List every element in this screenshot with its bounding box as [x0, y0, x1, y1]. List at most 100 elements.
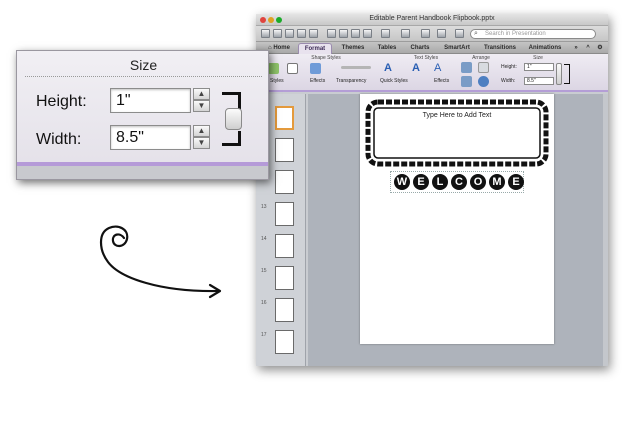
group-label-shape-styles: Shape Styles	[311, 55, 341, 61]
width-increase-icon[interactable]: ▲	[193, 125, 210, 137]
open-icon[interactable]	[285, 29, 294, 38]
tab-themes[interactable]: Themes	[336, 43, 370, 54]
copy-icon[interactable]	[339, 29, 348, 38]
size-group-title: Size	[129, 57, 158, 73]
cut-icon[interactable]	[327, 29, 336, 38]
title-bar: Editable Parent Handbook Flipbook.pptx	[256, 14, 608, 26]
align-icon[interactable]	[478, 62, 489, 73]
welcome-letter: L	[432, 174, 448, 190]
welcome-letter: E	[413, 174, 429, 190]
ribbon-gear-icon[interactable]: ⚙	[594, 43, 606, 54]
quick-styles-label: Quick Styles	[380, 78, 408, 84]
current-slide[interactable]: Type Here to Add Text W E L C O M E	[360, 94, 554, 344]
group-label-arrange: Arrange	[472, 55, 490, 61]
slide-thumbnail-selected[interactable]	[275, 106, 294, 130]
slide-number: 16	[261, 300, 267, 306]
width-decrease-icon[interactable]: ▼	[193, 137, 210, 149]
window-title: Editable Parent Handbook Flipbook.pptx	[369, 15, 495, 22]
text-effects-icon[interactable]: A	[434, 62, 445, 74]
slide-thumbnail[interactable]	[275, 266, 294, 290]
welcome-letter: W	[394, 174, 410, 190]
ribbon-width-field[interactable]: 8.5"	[524, 77, 554, 85]
lock-aspect-ratio-button[interactable]	[225, 108, 242, 130]
height-decrease-icon[interactable]: ▼	[193, 100, 210, 112]
slide-thumbnail[interactable]	[275, 298, 294, 322]
gallery-icon[interactable]	[437, 29, 446, 38]
transparency-label: Transparency	[336, 78, 367, 84]
welcome-letter: E	[508, 174, 524, 190]
slide-number: 13	[261, 204, 267, 210]
group-icon[interactable]	[461, 76, 472, 87]
powerpoint-window: Editable Parent Handbook Flipbook.pptx ⌕…	[256, 14, 608, 366]
tab-home-label: Home	[273, 45, 290, 51]
new-icon[interactable]	[261, 29, 270, 38]
vertical-scrollbar[interactable]	[603, 94, 608, 366]
width-label: Width:	[36, 131, 82, 148]
scalloped-frame[interactable]	[360, 94, 554, 174]
slide-number: 15	[261, 268, 267, 274]
slide-thumbnail[interactable]	[275, 234, 294, 258]
slide-thumbnail[interactable]	[275, 170, 294, 194]
slide-show-icon[interactable]	[421, 29, 430, 38]
slide-thumbnail[interactable]	[275, 330, 294, 354]
search-icon: ⌕	[474, 30, 478, 37]
size-callout: Size Height: 1" ▲ ▼ Width: 8.5" ▲ ▼	[16, 50, 269, 180]
tab-animations[interactable]: Animations	[524, 43, 566, 54]
width-stepper[interactable]: ▲ ▼	[193, 125, 210, 150]
placeholder-text[interactable]: Type Here to Add Text	[360, 112, 554, 119]
group-label-size: Size	[533, 55, 543, 61]
ribbon-width-label: Width:	[501, 78, 516, 84]
ribbon-tabs: ⌂ Home Format Themes Tables Charts Smart…	[256, 42, 608, 54]
group-label-text-styles: Text Styles	[413, 55, 439, 61]
height-stepper[interactable]: ▲ ▼	[193, 88, 210, 113]
transparency-slider[interactable]	[341, 66, 371, 69]
fill-icon[interactable]	[287, 63, 298, 74]
slide-number: 17	[261, 332, 267, 338]
slide-number: 14	[261, 236, 267, 242]
search-scope-icon[interactable]	[455, 29, 464, 38]
ribbon-lock-aspect-icon[interactable]	[564, 64, 570, 84]
divider	[25, 76, 262, 77]
shape-effects-icon[interactable]	[310, 63, 321, 74]
redo-icon[interactable]	[401, 29, 410, 38]
width-field[interactable]: 8.5"	[110, 125, 191, 150]
tab-charts[interactable]: Charts	[405, 43, 435, 54]
slide-thumbnail[interactable]	[275, 202, 294, 226]
effects-label: Effects	[310, 78, 326, 84]
format-painter-icon[interactable]	[363, 29, 372, 38]
more-tabs-icon[interactable]: »	[570, 43, 582, 54]
text-fill-icon[interactable]: A	[412, 62, 423, 74]
tab-smartart[interactable]: SmartArt	[438, 43, 476, 54]
tab-tables[interactable]: Tables	[372, 43, 402, 54]
rotate-icon[interactable]	[478, 76, 489, 87]
welcome-banner[interactable]: W E L C O M E	[390, 171, 524, 193]
ribbon-height-label: Height:	[501, 64, 517, 70]
collapse-ribbon-icon[interactable]: ^	[583, 43, 593, 54]
spiral-arrow-icon	[99, 225, 222, 299]
print-icon[interactable]	[309, 29, 318, 38]
welcome-letter: O	[470, 174, 486, 190]
text-effects-label: Effects	[434, 78, 450, 84]
templates-icon[interactable]	[273, 29, 282, 38]
slide-thumbnail[interactable]	[275, 138, 294, 162]
height-label: Height:	[36, 93, 87, 110]
save-icon[interactable]	[297, 29, 306, 38]
quick-styles-icon[interactable]: A	[384, 62, 395, 74]
search-placeholder: Search in Presentation	[485, 31, 546, 37]
standard-toolbar: ⌕ Search in Presentation	[256, 26, 608, 42]
tab-transitions[interactable]: Transitions	[479, 43, 521, 54]
ribbon-size-stepper[interactable]	[556, 63, 562, 85]
welcome-letter: M	[489, 174, 505, 190]
ribbon-height-field[interactable]: 1"	[524, 63, 554, 71]
height-increase-icon[interactable]: ▲	[193, 88, 210, 100]
welcome-letter: C	[451, 174, 467, 190]
undo-icon[interactable]	[381, 29, 390, 38]
paste-icon[interactable]	[351, 29, 360, 38]
slide-editor[interactable]: Type Here to Add Text W E L C O M E	[308, 94, 604, 366]
search-input[interactable]: ⌕ Search in Presentation	[470, 29, 596, 39]
height-field[interactable]: 1"	[110, 88, 191, 113]
shape-styles-icon[interactable]	[268, 63, 279, 74]
tab-format[interactable]: Format	[298, 43, 332, 54]
arrange-icon[interactable]	[461, 62, 472, 73]
callout-lower-strip	[17, 166, 268, 179]
